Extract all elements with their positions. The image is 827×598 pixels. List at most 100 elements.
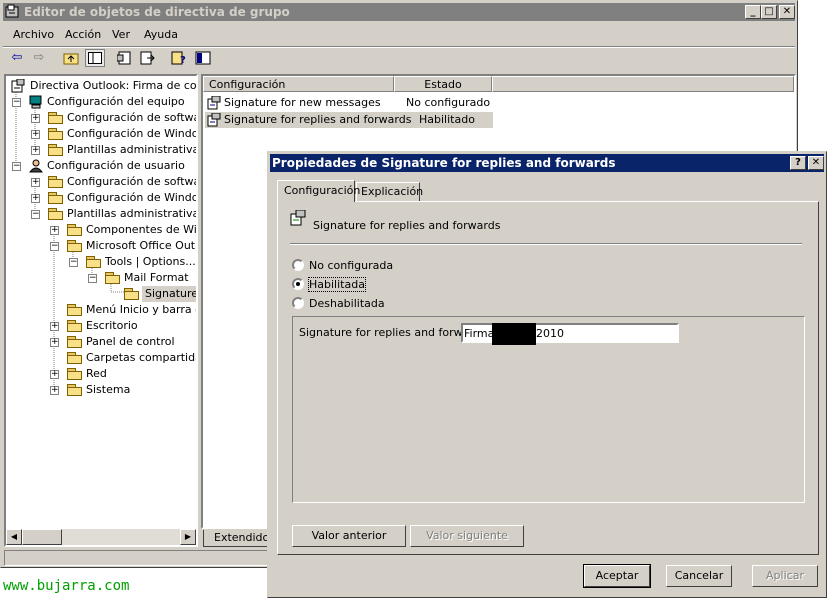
tab-explicacion-label: Explicación	[361, 185, 424, 198]
policy-icon	[11, 78, 25, 93]
tree-label: Sistema	[86, 383, 131, 396]
menu-archivo[interactable]: Archivo	[13, 28, 54, 41]
prev-value-label: Valor anterior	[311, 529, 387, 542]
radio-not-configured[interactable]	[292, 259, 304, 271]
radio-disabled-label[interactable]: Deshabilitada	[309, 297, 385, 310]
setting-icon	[290, 209, 306, 226]
close-button[interactable]: ✕	[779, 5, 795, 19]
apply-button[interactable]: Aplicar	[752, 565, 818, 587]
forward-arrow-icon[interactable]: ⇨	[29, 49, 49, 67]
expand-toggle[interactable]: +	[50, 338, 59, 347]
collapse-toggle[interactable]: −	[12, 162, 21, 171]
redacted-block	[492, 323, 536, 345]
dialog-close-button[interactable]: ✕	[808, 156, 824, 170]
view-tab-extended[interactable]: Extendido	[203, 530, 269, 547]
properties-icon[interactable]	[115, 49, 135, 67]
tree-pane[interactable]: Directiva Outlook: Firma de correo − Con…	[4, 74, 198, 547]
menu-ver[interactable]: Ver	[112, 28, 130, 41]
tree-label: Mail Format	[124, 271, 189, 284]
tab-configuracion[interactable]: Configuración	[277, 180, 360, 202]
column-header-state-label: Estado	[424, 78, 462, 91]
help-icon[interactable]: ?	[169, 49, 189, 67]
expand-toggle[interactable]: +	[31, 130, 40, 139]
expand-toggle[interactable]: +	[31, 178, 40, 187]
column-header-setting[interactable]: Configuración	[203, 76, 394, 92]
list-row-state: No configurado	[406, 96, 491, 109]
collapse-toggle[interactable]: −	[88, 274, 97, 283]
tree-label-selected: Signature	[142, 286, 196, 302]
tree-label: Configuración de software	[67, 175, 198, 188]
tree-label: Panel de control	[86, 335, 175, 348]
help-button[interactable]: ?	[790, 156, 806, 170]
tree-hscrollbar[interactable]: ◀ ▶	[6, 529, 196, 545]
column-header-empty	[492, 76, 794, 92]
radio-not-configured-label[interactable]: No configurada	[309, 259, 393, 272]
column-header-setting-label: Configuración	[209, 78, 286, 91]
radio-enabled[interactable]	[292, 278, 304, 290]
user-icon	[28, 159, 44, 173]
folder-icon	[67, 224, 83, 236]
options-panel: Signature for replies and forwards Firma…	[292, 316, 805, 503]
menu-ayuda[interactable]: Ayuda	[144, 28, 178, 41]
scroll-left-button[interactable]: ◀	[6, 529, 22, 545]
minimize-button[interactable]: _	[745, 5, 761, 19]
input-value-prefix: Firma	[464, 327, 495, 340]
collapse-toggle[interactable]: −	[31, 210, 40, 219]
main-title: Editor de objetos de directiva de grupo	[24, 5, 290, 19]
tree-label: Plantillas administrativas	[67, 207, 198, 220]
expand-toggle[interactable]: +	[31, 114, 40, 123]
list-row[interactable]: Signature for new messages No configurad…	[205, 95, 493, 111]
folder-icon	[67, 352, 83, 364]
expand-toggle[interactable]: +	[31, 194, 40, 203]
list-row-selected[interactable]: Signature for replies and forwards Habil…	[205, 112, 493, 128]
properties-dialog: Propiedades de Signature for replies and…	[267, 151, 827, 598]
tree-label-computer-config: Configuración del equipo	[47, 95, 185, 108]
maximize-button[interactable]: □	[761, 5, 777, 19]
next-value-button[interactable]: Valor siguiente	[410, 525, 524, 547]
column-header-state[interactable]: Estado	[394, 76, 492, 92]
scroll-right-button[interactable]: ▶	[180, 529, 196, 545]
apply-label: Aplicar	[766, 569, 804, 582]
folder-icon	[67, 384, 83, 396]
signature-input[interactable]: Firma 2010	[461, 323, 679, 345]
expand-toggle[interactable]: +	[50, 226, 59, 235]
ok-button[interactable]: Aceptar	[583, 564, 651, 588]
expand-toggle[interactable]: +	[50, 370, 59, 379]
svg-text:?: ?	[180, 55, 186, 65]
tree-label: Plantillas administrativas	[67, 143, 198, 156]
up-folder-icon[interactable]	[61, 49, 81, 67]
back-arrow-icon[interactable]: ⇦	[7, 49, 27, 67]
export-list-icon[interactable]	[137, 49, 157, 67]
dialog-titlebar[interactable]: Propiedades de Signature for replies and…	[270, 154, 824, 172]
tree-label: Carpetas compartidas	[86, 351, 198, 364]
collapse-toggle[interactable]: −	[50, 242, 59, 251]
prev-value-button[interactable]: Valor anterior	[292, 525, 406, 547]
expand-toggle[interactable]: +	[50, 386, 59, 395]
collapse-toggle[interactable]: −	[69, 258, 78, 267]
radio-disabled[interactable]	[292, 297, 304, 309]
radio-enabled-label[interactable]: Habilitada	[308, 277, 366, 292]
list-row-state: Habilitado	[419, 113, 475, 126]
cancel-button[interactable]: Cancelar	[666, 565, 732, 587]
app-icon	[5, 4, 19, 18]
tab-explicacion[interactable]: Explicación	[356, 182, 424, 201]
expand-toggle[interactable]: +	[50, 322, 59, 331]
cancel-label: Cancelar	[674, 569, 724, 582]
policy-divider	[290, 243, 802, 245]
collapse-toggle[interactable]: −	[12, 98, 21, 107]
folder-icon	[48, 112, 64, 124]
folder-icon	[48, 144, 64, 156]
tree-label: Microsoft Office Outloc	[86, 239, 198, 252]
tree-label: Configuración de Windows	[67, 191, 198, 204]
folder-icon	[105, 272, 121, 284]
list-row-setting: Signature for new messages	[224, 96, 381, 109]
tree-label-user-config: Configuración de usuario	[47, 159, 185, 172]
expand-toggle[interactable]: +	[31, 146, 40, 155]
menu-accion[interactable]: Acción	[65, 28, 101, 41]
show-hide-tree-icon[interactable]	[85, 49, 105, 67]
computer-icon	[28, 95, 44, 109]
scroll-thumb[interactable]	[22, 529, 62, 545]
console-tree-icon[interactable]	[193, 49, 213, 67]
main-titlebar[interactable]: Editor de objetos de directiva de grupo …	[3, 3, 795, 21]
tree-label: Componentes de Wind	[86, 223, 197, 236]
